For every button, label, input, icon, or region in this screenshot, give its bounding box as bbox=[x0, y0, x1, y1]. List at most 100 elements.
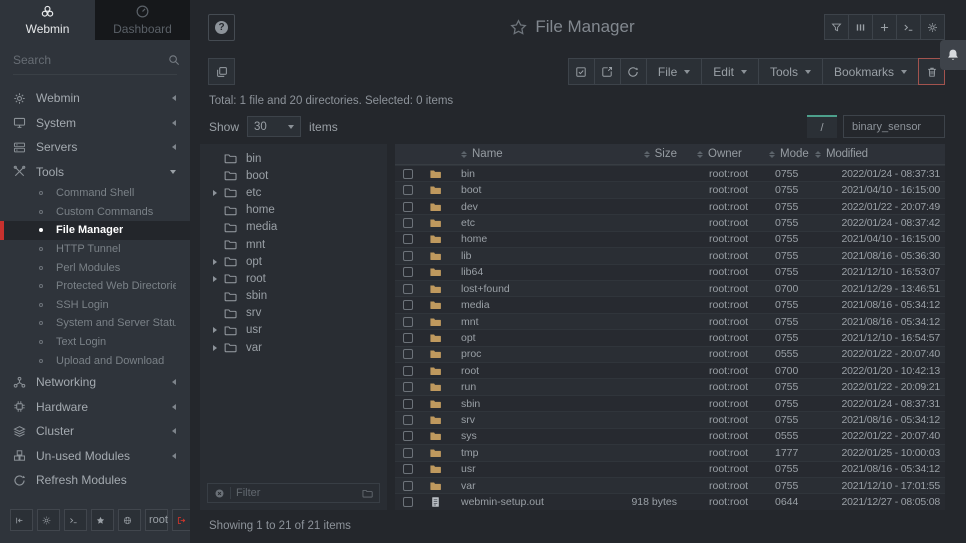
sidebar-menu-row[interactable]: Webmin bbox=[0, 86, 190, 111]
row-checkbox[interactable] bbox=[403, 333, 413, 343]
open-new-window-button[interactable] bbox=[208, 58, 235, 85]
row-checkbox[interactable] bbox=[403, 497, 413, 507]
file-name[interactable]: media bbox=[449, 299, 573, 311]
expand-caret-icon[interactable] bbox=[213, 327, 217, 333]
sidebar-menu-row[interactable]: Custom Commands bbox=[0, 203, 190, 222]
toolbar-menu-button[interactable]: File bbox=[646, 58, 702, 85]
file-row[interactable]: lost+found root:root 0700 2021/12/29 - 1… bbox=[395, 280, 945, 296]
filter-button[interactable] bbox=[824, 14, 849, 40]
file-name[interactable]: mnt bbox=[449, 316, 573, 328]
column-header-name[interactable]: Name bbox=[449, 148, 573, 160]
sidebar-menu-row[interactable]: Refresh Modules bbox=[0, 468, 190, 493]
row-checkbox[interactable] bbox=[403, 202, 413, 212]
file-row[interactable]: var root:root 0755 2021/12/10 - 17:01:55 bbox=[395, 477, 945, 493]
file-name[interactable]: var bbox=[449, 480, 573, 492]
file-row[interactable]: bin root:root 0755 2022/01/24 - 08:37:31 bbox=[395, 165, 945, 181]
sidebar-menu-row[interactable]: HTTP Tunnel bbox=[0, 240, 190, 259]
file-row[interactable]: srv root:root 0755 2021/08/16 - 05:34:12 bbox=[395, 411, 945, 427]
row-checkbox[interactable] bbox=[403, 349, 413, 359]
sidebar-menu-row[interactable]: Text Login bbox=[0, 333, 190, 352]
tree-node[interactable]: sbin bbox=[200, 288, 387, 305]
tree-node[interactable]: media bbox=[200, 219, 387, 236]
row-checkbox[interactable] bbox=[403, 317, 413, 327]
file-name[interactable]: sbin bbox=[449, 398, 573, 410]
clear-filter-icon[interactable] bbox=[214, 488, 225, 499]
settings-button[interactable] bbox=[920, 14, 945, 40]
language-button[interactable] bbox=[118, 509, 141, 531]
file-name[interactable]: dev bbox=[449, 201, 573, 213]
file-row[interactable]: sbin root:root 0755 2022/01/24 - 08:37:3… bbox=[395, 395, 945, 411]
file-row[interactable]: lib64 root:root 0755 2021/12/10 - 16:53:… bbox=[395, 264, 945, 280]
theme-toggle-button[interactable] bbox=[37, 509, 60, 531]
file-name[interactable]: bin bbox=[449, 168, 573, 180]
column-header-modified[interactable]: Modified bbox=[813, 148, 945, 160]
row-checkbox[interactable] bbox=[403, 464, 413, 474]
row-checkbox[interactable] bbox=[403, 431, 413, 441]
sidebar-menu-row[interactable]: Networking bbox=[0, 370, 190, 395]
path-search-input[interactable] bbox=[843, 115, 945, 138]
file-row[interactable]: lib root:root 0755 2021/08/16 - 05:36:30 bbox=[395, 247, 945, 263]
terminal-button[interactable] bbox=[896, 14, 921, 40]
file-name[interactable]: lost+found bbox=[449, 283, 573, 295]
toolbar-menu-button[interactable]: Bookmarks bbox=[822, 58, 919, 85]
file-name[interactable]: root bbox=[449, 365, 573, 377]
expand-caret-icon[interactable] bbox=[213, 259, 217, 265]
row-checkbox[interactable] bbox=[403, 366, 413, 376]
user-button[interactable]: root bbox=[145, 509, 168, 531]
file-name[interactable]: sys bbox=[449, 430, 573, 442]
row-checkbox[interactable] bbox=[403, 415, 413, 425]
search-input[interactable] bbox=[13, 53, 168, 67]
columns-button[interactable] bbox=[848, 14, 873, 40]
file-row[interactable]: webmin-setup.out 918 bytes root:root 064… bbox=[395, 493, 945, 509]
row-checkbox[interactable] bbox=[403, 267, 413, 277]
file-name[interactable]: home bbox=[449, 233, 573, 245]
row-checkbox[interactable] bbox=[403, 169, 413, 179]
file-row[interactable]: etc root:root 0755 2022/01/24 - 08:37:42 bbox=[395, 214, 945, 230]
favorite-star-icon[interactable] bbox=[510, 19, 527, 36]
toolbar-menu-button[interactable]: Tools bbox=[758, 58, 823, 85]
items-per-page-select[interactable]: 30 bbox=[247, 116, 301, 137]
file-name[interactable]: usr bbox=[449, 463, 573, 475]
tree-node[interactable]: etc bbox=[200, 184, 387, 201]
file-row[interactable]: media root:root 0755 2021/08/16 - 05:34:… bbox=[395, 296, 945, 312]
file-name[interactable]: proc bbox=[449, 348, 573, 360]
file-name[interactable]: opt bbox=[449, 332, 573, 344]
tree-node[interactable]: mnt bbox=[200, 236, 387, 253]
sidebar-menu-row[interactable]: Perl Modules bbox=[0, 258, 190, 277]
row-checkbox[interactable] bbox=[403, 234, 413, 244]
tree-node[interactable]: usr bbox=[200, 322, 387, 339]
sidebar-menu-row[interactable]: System bbox=[0, 111, 190, 136]
collapse-sidebar-button[interactable] bbox=[10, 509, 33, 531]
tree-filter-input[interactable] bbox=[236, 487, 357, 499]
tree-node[interactable]: opt bbox=[200, 253, 387, 270]
tree-node[interactable]: var bbox=[200, 339, 387, 356]
export-button[interactable] bbox=[594, 58, 621, 85]
sidebar-menu-row[interactable]: Un-used Modules bbox=[0, 443, 190, 468]
sidebar-menu-row[interactable]: Protected Web Directories bbox=[0, 277, 190, 296]
sidebar-menu-row[interactable]: Upload and Download bbox=[0, 351, 190, 370]
row-checkbox[interactable] bbox=[403, 399, 413, 409]
row-checkbox[interactable] bbox=[403, 448, 413, 458]
tab-webmin[interactable]: Webmin bbox=[0, 0, 95, 40]
file-row[interactable]: opt root:root 0755 2021/12/10 - 16:54:57 bbox=[395, 329, 945, 345]
favorites-button[interactable] bbox=[91, 509, 114, 531]
file-name[interactable]: lib64 bbox=[449, 266, 573, 278]
row-checkbox[interactable] bbox=[403, 382, 413, 392]
add-button[interactable] bbox=[872, 14, 897, 40]
column-header-size[interactable]: Size bbox=[573, 148, 683, 160]
file-row[interactable]: home root:root 0755 2021/04/10 - 16:15:0… bbox=[395, 231, 945, 247]
sidebar-menu-row[interactable]: Servers bbox=[0, 135, 190, 160]
sidebar-menu-row[interactable]: System and Server Status bbox=[0, 314, 190, 333]
sidebar-menu-row[interactable]: File Manager bbox=[0, 221, 190, 240]
column-header-mode[interactable]: Mode bbox=[763, 148, 813, 160]
file-name[interactable]: etc bbox=[449, 217, 573, 229]
sidebar-menu-row[interactable]: Hardware bbox=[0, 394, 190, 419]
sidebar-menu-row[interactable]: Cluster bbox=[0, 419, 190, 444]
file-row[interactable]: mnt root:root 0755 2021/08/16 - 05:34:12 bbox=[395, 313, 945, 329]
file-name[interactable]: webmin-setup.out bbox=[449, 496, 573, 508]
tree-node[interactable]: boot bbox=[200, 167, 387, 184]
select-all-button[interactable] bbox=[568, 58, 595, 85]
file-row[interactable]: root root:root 0700 2022/01/20 - 10:42:1… bbox=[395, 362, 945, 378]
row-checkbox[interactable] bbox=[403, 300, 413, 310]
file-row[interactable]: proc root:root 0555 2022/01/22 - 20:07:4… bbox=[395, 346, 945, 362]
